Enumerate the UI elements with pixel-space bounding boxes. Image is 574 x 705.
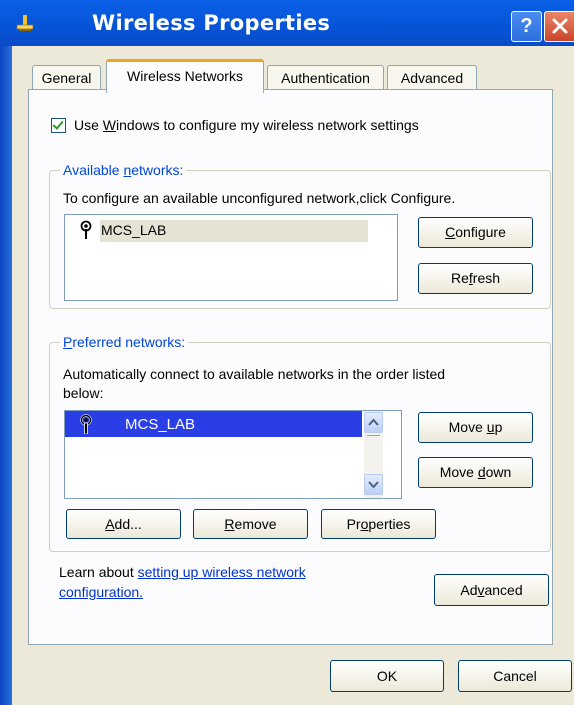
- preferred-network-name: MCS_LAB: [125, 416, 196, 433]
- use-windows-label[interactable]: Use Windows to configure my wireless net…: [74, 117, 419, 133]
- window-left-border: [0, 46, 12, 705]
- available-network-item[interactable]: MCS_LAB: [101, 222, 166, 238]
- wireless-antenna-icon: [80, 220, 92, 239]
- preferred-networks-list[interactable]: MCS_LAB: [64, 410, 402, 499]
- available-networks-description: To configure an available unconfigured n…: [63, 190, 456, 206]
- window-title: Wireless Properties: [92, 11, 331, 35]
- available-networks-legend: Available networks:: [60, 162, 187, 178]
- configure-button[interactable]: Configure: [418, 217, 533, 248]
- close-button[interactable]: [544, 11, 574, 42]
- chevron-down-icon: [368, 481, 379, 489]
- add-button[interactable]: Add...: [66, 509, 181, 539]
- help-button[interactable]: ?: [511, 11, 542, 42]
- tab-wireless-networks[interactable]: Wireless Networks: [106, 59, 264, 93]
- tab-authentication[interactable]: Authentication: [267, 65, 384, 90]
- refresh-button[interactable]: Refresh: [418, 263, 533, 294]
- move-down-button[interactable]: Move down: [418, 457, 533, 488]
- move-up-button[interactable]: Move up: [418, 412, 533, 443]
- close-icon: [552, 18, 568, 34]
- cancel-button[interactable]: Cancel: [458, 660, 572, 692]
- advanced-button[interactable]: Advanced: [434, 574, 549, 606]
- title-bar[interactable]: Wireless Properties ?: [0, 0, 574, 46]
- preferred-description-line1: Automatically connect to available netwo…: [63, 366, 446, 382]
- learn-about-text: Learn about setting up wireless network: [59, 564, 306, 580]
- chevron-up-icon: [368, 418, 379, 426]
- setup-wireless-link-line2[interactable]: configuration.: [59, 584, 143, 600]
- preferred-description-line2: below:: [63, 385, 104, 401]
- preferred-network-item-selected[interactable]: MCS_LAB: [65, 411, 362, 437]
- wireless-antenna-icon: [80, 414, 92, 434]
- scroll-track: [367, 435, 380, 446]
- scroll-up-button[interactable]: [364, 412, 383, 433]
- tab-general[interactable]: General: [32, 65, 101, 90]
- scroll-down-button[interactable]: [364, 474, 383, 495]
- preferred-list-scrollbar[interactable]: [364, 411, 383, 498]
- remove-button[interactable]: Remove: [193, 509, 308, 539]
- properties-button[interactable]: Properties: [321, 509, 436, 539]
- setup-wireless-link[interactable]: setting up wireless network: [138, 564, 306, 580]
- tab-page-wireless-networks: Use Windows to configure my wireless net…: [28, 89, 553, 645]
- network-connection-icon: [16, 15, 34, 31]
- ok-button[interactable]: OK: [330, 660, 444, 692]
- tab-advanced[interactable]: Advanced: [387, 65, 477, 90]
- available-networks-list[interactable]: MCS_LAB: [64, 214, 398, 301]
- preferred-networks-legend: Preferred networks:: [60, 334, 189, 350]
- use-windows-checkbox[interactable]: [51, 118, 66, 133]
